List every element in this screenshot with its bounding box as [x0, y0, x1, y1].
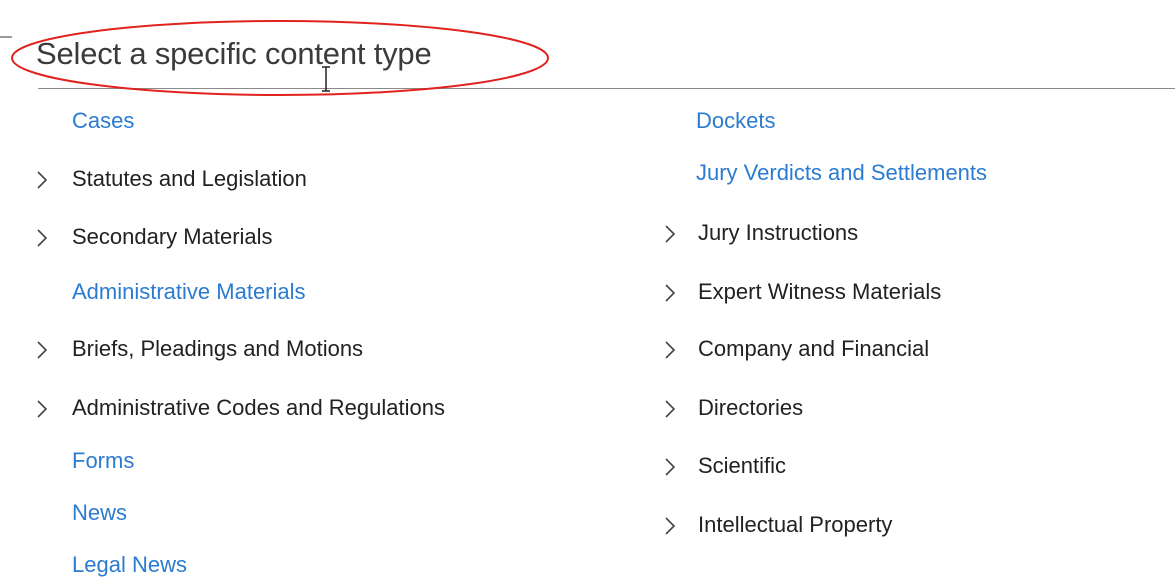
- content-type-scientific[interactable]: Scientific: [640, 449, 1175, 483]
- content-type-header: Select a specific content type: [0, 0, 1175, 90]
- chevron-right-icon: [665, 341, 676, 359]
- content-type-jury-instructions[interactable]: Jury Instructions: [640, 216, 1175, 250]
- item-label: Jury Verdicts and Settlements: [696, 160, 988, 185]
- item-label: Dockets: [696, 108, 776, 133]
- text-cursor-icon: [322, 66, 330, 92]
- item-label: Legal News: [72, 552, 187, 577]
- content-type-legal-news[interactable]: Legal News: [0, 548, 640, 582]
- content-type-news[interactable]: News: [0, 496, 640, 530]
- page-title: Select a specific content type: [36, 36, 432, 71]
- item-label: Directories: [698, 395, 804, 420]
- chevron-right-icon: [37, 229, 48, 247]
- item-label: Administrative Materials: [72, 279, 306, 304]
- content-type-statutes-and-legislation[interactable]: Statutes and Legislation: [0, 162, 640, 196]
- content-type-administrative-codes-regulations[interactable]: Administrative Codes and Regulations: [0, 391, 640, 425]
- chevron-right-icon: [665, 225, 676, 243]
- content-type-company-and-financial[interactable]: Company and Financial: [640, 332, 1175, 366]
- item-label: Scientific: [698, 453, 787, 478]
- chevron-right-icon: [37, 341, 48, 359]
- chevron-right-icon: [665, 517, 676, 535]
- content-type-intellectual-property[interactable]: Intellectual Property: [640, 508, 1175, 542]
- chevron-right-icon: [665, 458, 676, 476]
- item-label: Expert Witness Materials: [698, 279, 942, 304]
- item-label: Cases: [72, 108, 135, 133]
- item-label: Intellectual Property: [698, 512, 893, 537]
- title-divider: [38, 88, 1175, 89]
- content-type-forms[interactable]: Forms: [0, 444, 640, 478]
- content-type-jury-verdicts-settlements[interactable]: Jury Verdicts and Settlements: [640, 156, 1175, 190]
- content-type-expert-witness-materials[interactable]: Expert Witness Materials: [640, 275, 1175, 309]
- content-type-dockets[interactable]: Dockets: [640, 104, 1175, 138]
- item-label: Briefs, Pleadings and Motions: [72, 336, 364, 361]
- content-type-administrative-materials[interactable]: Administrative Materials: [0, 275, 640, 309]
- chevron-right-icon: [665, 400, 676, 418]
- item-label: Secondary Materials: [72, 224, 273, 249]
- content-type-secondary-materials[interactable]: Secondary Materials: [0, 220, 640, 254]
- item-label: Forms: [72, 448, 135, 473]
- item-label: Administrative Codes and Regulations: [72, 395, 445, 420]
- chevron-right-icon: [665, 284, 676, 302]
- content-type-cases[interactable]: Cases: [0, 104, 640, 138]
- chevron-right-icon: [37, 400, 48, 418]
- panel-edge: [0, 36, 12, 52]
- content-type-directories[interactable]: Directories: [640, 391, 1175, 425]
- chevron-right-icon: [37, 171, 48, 189]
- item-label: News: [72, 500, 128, 525]
- item-label: Jury Instructions: [698, 220, 859, 245]
- item-label: Statutes and Legislation: [72, 166, 307, 191]
- item-label: Company and Financial: [698, 336, 930, 361]
- content-type-briefs-pleadings-motions[interactable]: Briefs, Pleadings and Motions: [0, 332, 640, 366]
